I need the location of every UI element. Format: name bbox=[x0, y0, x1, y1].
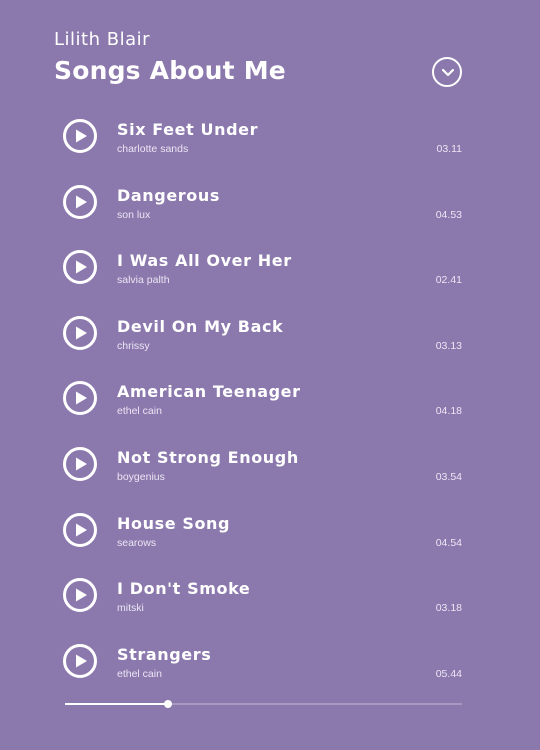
collapse-button[interactable] bbox=[432, 57, 462, 87]
play-circle-icon[interactable] bbox=[62, 643, 98, 679]
track-artist: boygenius bbox=[117, 471, 165, 483]
track-duration: 05.44 bbox=[435, 668, 462, 680]
track-title: Dangerous bbox=[117, 186, 220, 205]
track-row[interactable]: Devil On My Back chrissy 03.13 bbox=[62, 315, 462, 363]
play-circle-icon[interactable] bbox=[62, 118, 98, 154]
progress-fill bbox=[65, 703, 169, 705]
track-row[interactable]: Dangerous son lux 04.53 bbox=[62, 184, 462, 232]
track-artist: charlotte sands bbox=[117, 143, 189, 155]
playlist-title: Songs About Me bbox=[54, 56, 286, 85]
track-duration: 04.54 bbox=[435, 537, 462, 549]
track-duration: 03.11 bbox=[436, 143, 463, 155]
track-row[interactable]: I Was All Over Her salvia palth 02.41 bbox=[62, 249, 462, 297]
track-duration: 03.18 bbox=[435, 602, 462, 614]
play-circle-icon[interactable] bbox=[62, 315, 98, 351]
user-name: Lilith Blair bbox=[54, 29, 150, 50]
play-circle-icon[interactable] bbox=[62, 184, 98, 220]
track-row[interactable]: I Don't Smoke mitski 03.18 bbox=[62, 577, 462, 625]
track-title: Not Strong Enough bbox=[117, 448, 299, 467]
track-artist: chrissy bbox=[117, 340, 150, 352]
track-row[interactable]: Strangers ethel cain 05.44 bbox=[62, 643, 462, 691]
play-circle-icon[interactable] bbox=[62, 446, 98, 482]
track-title: I Was All Over Her bbox=[117, 251, 292, 270]
track-row[interactable]: Not Strong Enough boygenius 03.54 bbox=[62, 446, 462, 494]
track-duration: 03.54 bbox=[435, 471, 462, 483]
play-circle-icon[interactable] bbox=[62, 380, 98, 416]
track-artist: ethel cain bbox=[117, 405, 162, 417]
track-title: American Teenager bbox=[117, 382, 301, 401]
track-row[interactable]: Six Feet Under charlotte sands 03.11 bbox=[62, 118, 462, 166]
chevron-down-icon bbox=[441, 68, 455, 77]
track-title: Strangers bbox=[117, 645, 212, 664]
track-title: Devil On My Back bbox=[117, 317, 284, 336]
track-duration: 04.18 bbox=[435, 405, 462, 417]
track-artist: mitski bbox=[117, 602, 144, 614]
track-duration: 03.13 bbox=[435, 340, 462, 352]
track-artist: searows bbox=[117, 537, 157, 549]
play-circle-icon[interactable] bbox=[62, 249, 98, 285]
track-title: Six Feet Under bbox=[117, 120, 259, 139]
track-duration: 04.53 bbox=[435, 209, 462, 221]
track-title: I Don't Smoke bbox=[117, 579, 251, 598]
track-title: House Song bbox=[117, 514, 231, 533]
play-circle-icon[interactable] bbox=[62, 577, 98, 613]
track-row[interactable]: House Song searows 04.54 bbox=[62, 512, 462, 560]
track-artist: ethel cain bbox=[117, 668, 162, 680]
play-circle-icon[interactable] bbox=[62, 512, 98, 548]
playback-progress-bar[interactable] bbox=[65, 700, 462, 708]
track-artist: salvia palth bbox=[117, 274, 170, 286]
progress-handle[interactable] bbox=[164, 700, 173, 708]
track-duration: 02.41 bbox=[435, 274, 462, 286]
track-artist: son lux bbox=[117, 209, 151, 221]
track-row[interactable]: American Teenager ethel cain 04.18 bbox=[62, 380, 462, 428]
